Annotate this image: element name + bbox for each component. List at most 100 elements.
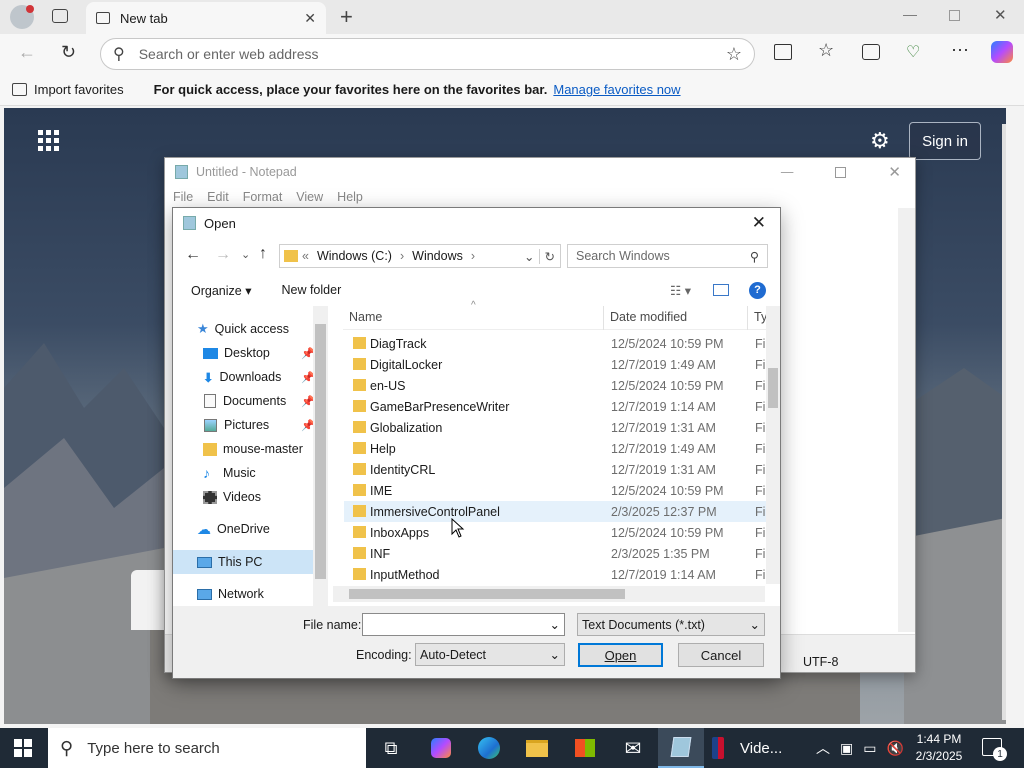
column-date-modified[interactable]: Date modified — [610, 310, 687, 324]
file-row[interactable]: en-US 12/5/2024 10:59 PM Fi — [344, 375, 766, 396]
sign-in-button[interactable]: Sign in — [909, 122, 981, 160]
address-input[interactable]: Search or enter web address — [139, 46, 712, 62]
add-favorite-star-icon[interactable]: ☆ — [726, 44, 742, 65]
nav-quick-access[interactable]: ★ Quick access — [197, 318, 329, 340]
breadcrumb-windows[interactable]: Windows — [408, 249, 467, 263]
dialog-close-icon[interactable]: ✕ — [752, 213, 766, 233]
file-row[interactable]: DigitalLocker 12/7/2019 1:49 AM Fi — [344, 354, 766, 375]
copilot-taskbar-icon[interactable] — [418, 728, 464, 768]
nav-onedrive[interactable]: ☁ OneDrive — [197, 518, 329, 540]
network-status-icon[interactable]: ▭ — [863, 740, 876, 757]
import-favorites-link[interactable]: Import favorites — [34, 82, 124, 97]
file-explorer-icon[interactable] — [514, 728, 560, 768]
notepad-taskbar-icon[interactable] — [658, 728, 704, 768]
file-name-combobox[interactable]: ⌄ — [362, 613, 565, 636]
new-folder-button[interactable]: New folder — [281, 283, 341, 297]
notepad-maximize-icon[interactable] — [835, 166, 847, 178]
copilot-icon[interactable] — [991, 41, 1013, 63]
settings-gear-icon[interactable]: ⚙ — [870, 128, 890, 154]
mail-icon[interactable]: ✉ — [610, 728, 656, 768]
favorites-icon[interactable]: ☆ — [818, 40, 834, 61]
nba-video-app[interactable]: Vide... — [712, 728, 782, 768]
file-row[interactable]: InputMethod 12/7/2019 1:14 AM Fi — [344, 564, 766, 585]
file-row[interactable]: InboxApps 12/5/2024 10:59 PM Fi — [344, 522, 766, 543]
taskbar-search-box[interactable]: ⚲ Type here to search — [48, 728, 366, 768]
file-row[interactable]: Help 12/7/2019 1:49 AM Fi — [344, 438, 766, 459]
profile-avatar-icon[interactable] — [10, 5, 34, 29]
address-bar[interactable]: ⚲ Search or enter web address ☆ — [100, 38, 755, 70]
restore-icon[interactable] — [949, 10, 960, 21]
help-icon[interactable]: ? — [749, 281, 766, 299]
dialog-search-box[interactable]: Search Windows ⚲ — [567, 244, 768, 268]
nav-documents[interactable]: Documents 📌 — [203, 390, 329, 412]
notepad-minimize-icon[interactable]: — — [781, 165, 794, 179]
file-list-horizontal-scrollbar[interactable] — [333, 586, 765, 602]
edge-browser-icon[interactable] — [466, 728, 512, 768]
nav-mouse-master[interactable]: mouse-master — [203, 438, 329, 460]
notifications-icon[interactable]: 1 — [982, 738, 1007, 761]
apps-grid-icon[interactable] — [38, 130, 59, 151]
notepad-vertical-scrollbar[interactable] — [898, 208, 915, 632]
refresh-icon[interactable]: ↻ — [61, 42, 76, 63]
breadcrumb-dropdown-icon[interactable]: ⌄ — [520, 249, 538, 264]
minimize-icon[interactable]: — — [903, 6, 917, 22]
taskbar-search-input[interactable]: Type here to search — [87, 740, 220, 757]
new-tab-plus-icon[interactable]: + — [340, 4, 353, 30]
breadcrumb-drive[interactable]: Windows (C:) — [313, 249, 396, 263]
menu-format[interactable]: Format — [243, 190, 283, 204]
file-type-select[interactable]: Text Documents (*.txt) ⌄ — [577, 613, 765, 636]
back-icon[interactable]: ← — [18, 42, 36, 63]
show-hidden-icons-chevron-icon[interactable]: ︿ — [816, 738, 830, 758]
split-screen-icon[interactable] — [774, 44, 792, 60]
forward-arrow-icon[interactable]: → — [215, 246, 231, 264]
organize-button[interactable]: Organize ▾ — [191, 283, 251, 298]
menu-view[interactable]: View — [296, 190, 323, 204]
dialog-search-input[interactable]: Search Windows — [576, 249, 670, 263]
file-list-vertical-scrollbar[interactable] — [766, 306, 780, 584]
cancel-button[interactable]: Cancel — [678, 643, 764, 667]
clock[interactable]: 1:44 PM 2/3/2025 — [912, 731, 966, 765]
encoding-select[interactable]: Auto-Detect ⌄ — [415, 643, 565, 666]
open-button[interactable]: Open — [578, 643, 663, 667]
volume-muted-icon[interactable]: 🔇 — [886, 740, 903, 757]
recent-locations-chevron-icon[interactable]: ⌄ — [241, 248, 250, 261]
file-row[interactable]: DiagTrack 12/5/2024 10:59 PM Fi — [344, 333, 766, 354]
up-arrow-icon[interactable]: ↑ — [259, 245, 267, 263]
tab-actions-icon[interactable] — [52, 9, 68, 23]
microsoft-store-icon[interactable] — [562, 728, 608, 768]
nav-videos[interactable]: Videos — [203, 486, 329, 508]
nav-desktop[interactable]: Desktop 📌 — [203, 342, 329, 364]
nav-music[interactable]: ♪ Music — [203, 462, 329, 484]
collections-icon[interactable] — [862, 44, 880, 60]
column-name[interactable]: Name — [349, 310, 382, 324]
nav-pane-scrollbar[interactable] — [313, 306, 328, 606]
task-view-icon[interactable]: ⧉ — [368, 728, 414, 768]
menu-file[interactable]: File — [173, 190, 193, 204]
menu-edit[interactable]: Edit — [207, 190, 229, 204]
nav-downloads[interactable]: ⬇ Downloads 📌 — [203, 366, 329, 388]
tab-new-tab[interactable]: New tab ✕ — [86, 2, 326, 34]
close-window-icon[interactable]: ✕ — [994, 6, 1007, 24]
page-scrollbar[interactable] — [1002, 124, 1006, 720]
nav-pictures[interactable]: Pictures 📌 — [203, 414, 329, 436]
preview-pane-icon[interactable] — [713, 284, 729, 296]
nav-network[interactable]: Network — [197, 583, 329, 605]
back-arrow-icon[interactable]: ← — [185, 246, 201, 264]
file-row[interactable]: IdentityCRL 12/7/2019 1:31 AM Fi — [344, 459, 766, 480]
dialog-refresh-icon[interactable]: ↻ — [538, 248, 560, 264]
menu-help[interactable]: Help — [337, 190, 363, 204]
browser-essentials-icon[interactable]: ♡ — [906, 42, 920, 62]
breadcrumb[interactable]: « Windows (C:) › Windows › ⌄ ↻ — [279, 244, 561, 268]
file-name-dropdown-icon[interactable]: ⌄ — [550, 617, 560, 632]
notepad-close-icon[interactable]: ✕ — [888, 163, 901, 181]
meet-now-icon[interactable]: ▣ — [840, 740, 853, 757]
file-row[interactable]: IME 12/5/2024 10:59 PM Fi — [344, 480, 766, 501]
more-options-icon[interactable]: ⋯ — [951, 40, 969, 61]
nav-this-pc[interactable]: This PC — [197, 551, 329, 573]
file-row[interactable]: INF 2/3/2025 1:35 PM Fi — [344, 543, 766, 564]
file-row-hovered[interactable]: ImmersiveControlPanel 2/3/2025 12:37 PM Fi — [344, 501, 766, 522]
close-tab-icon[interactable]: ✕ — [304, 10, 316, 27]
start-windows-icon[interactable] — [0, 728, 46, 768]
file-row[interactable]: GameBarPresenceWriter 12/7/2019 1:14 AM Fi — [344, 396, 766, 417]
view-options-icon[interactable]: ☷ ▾ — [670, 283, 691, 298]
